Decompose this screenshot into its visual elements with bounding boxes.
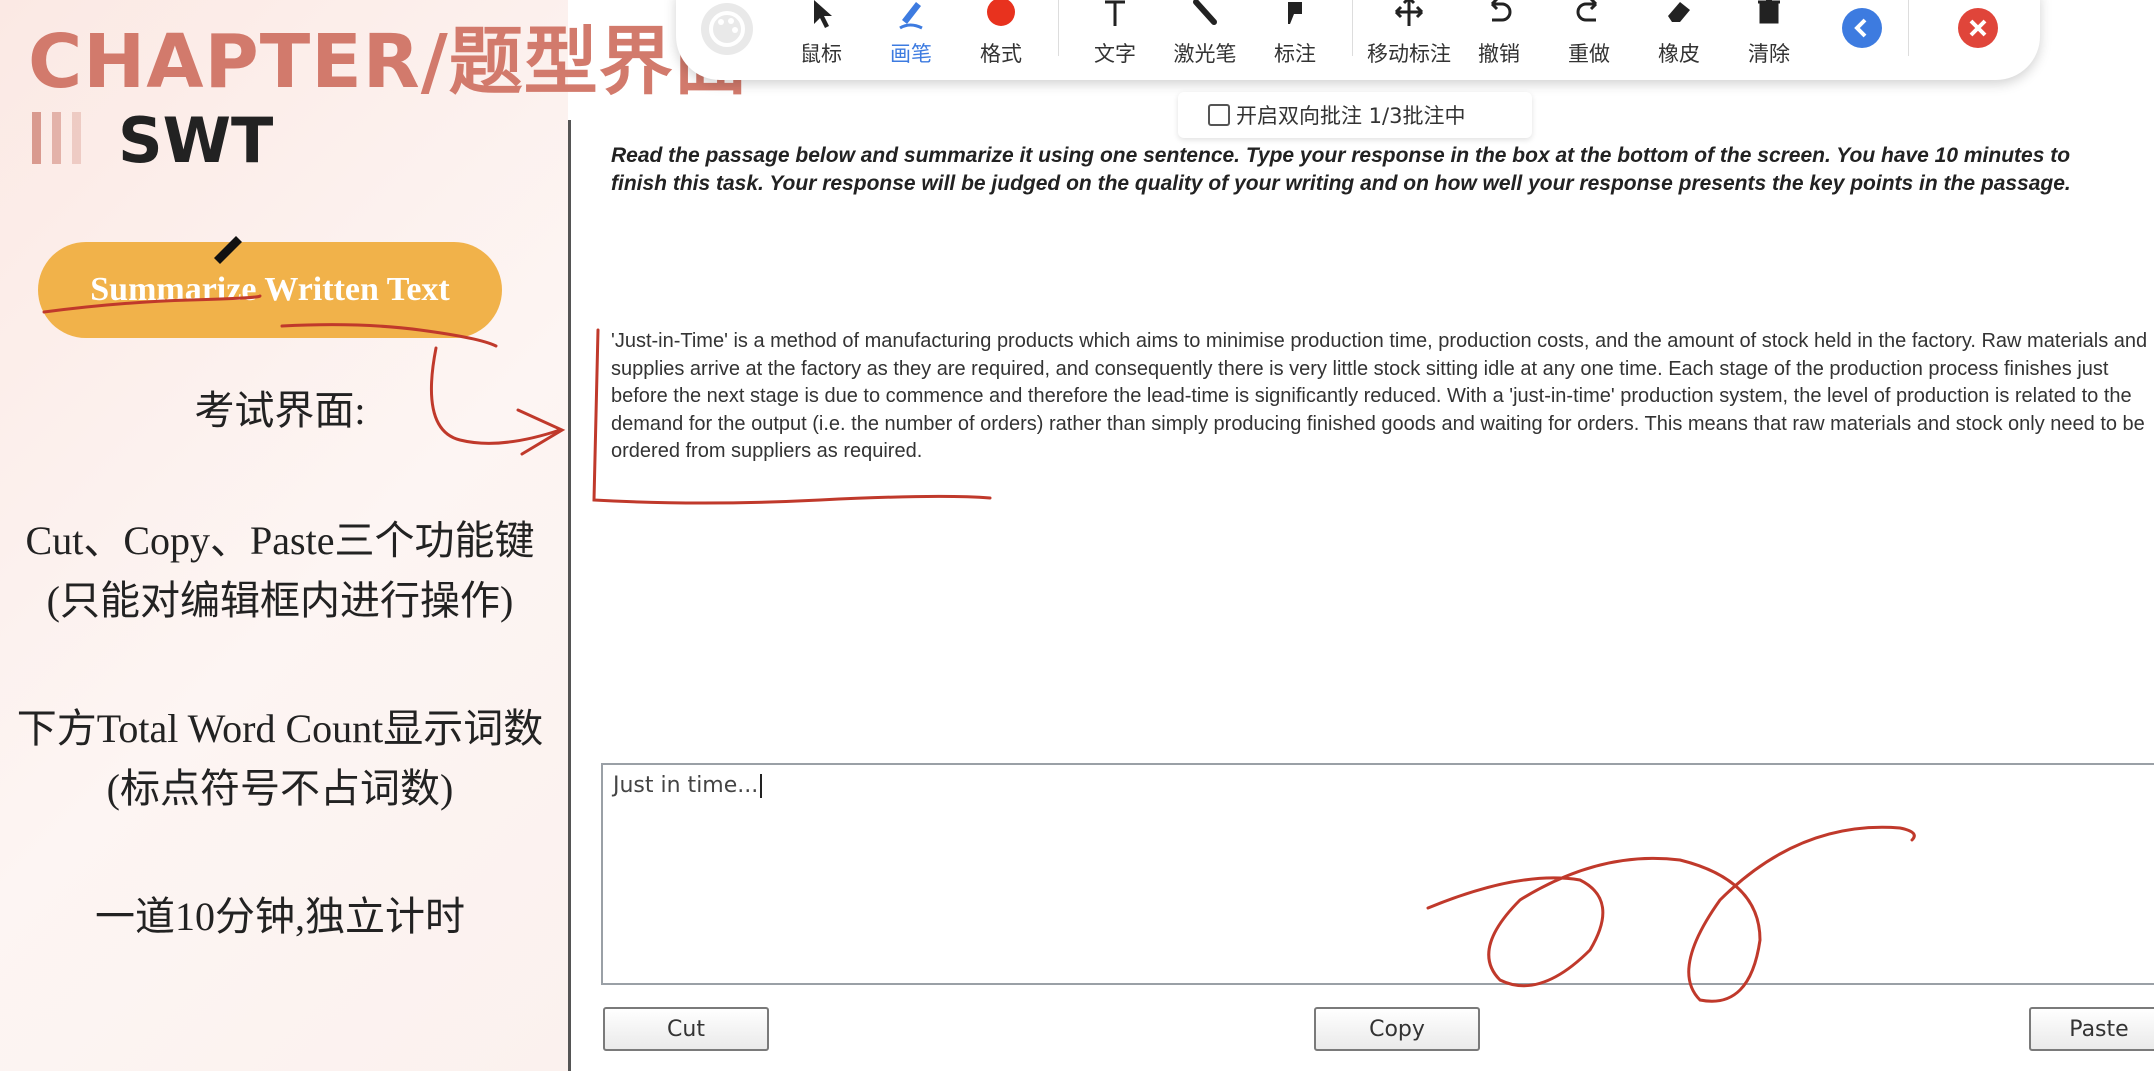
pen-icon — [899, 2, 923, 30]
toolbar-separator — [1058, 0, 1059, 56]
tool-clear[interactable]: 清除 — [1724, 0, 1814, 72]
annotation-subbar: 开启双向批注 1/3批注中 — [1178, 92, 1532, 138]
tool-label: 标注 — [1274, 42, 1316, 66]
wordcount-note-line2: (标点符号不占词数) — [106, 766, 454, 811]
tool-label: 橡皮 — [1658, 42, 1700, 66]
tool-text[interactable]: 文字 — [1070, 0, 1160, 72]
collapse-toolbar-button[interactable] — [1842, 8, 1882, 48]
text-caret — [760, 774, 763, 798]
redo-icon — [1576, 0, 1598, 22]
tool-label: 格式 — [980, 42, 1022, 66]
cut-button[interactable]: Cut — [603, 1007, 769, 1051]
tool-move-annotation[interactable]: 移动标注 — [1364, 0, 1454, 72]
tool-label: 撤销 — [1478, 42, 1520, 66]
timing-note: 一道10分钟,独立计时 — [95, 894, 465, 939]
functions-note-line1: Cut、Copy、Paste三个功能键 — [25, 518, 535, 563]
tool-cursor[interactable]: 鼠标 — [776, 0, 866, 72]
tool-laser[interactable]: 激光笔 — [1160, 0, 1250, 72]
tool-undo[interactable]: 撤销 — [1454, 0, 1544, 72]
tool-label: 激光笔 — [1173, 42, 1237, 66]
copy-button[interactable]: Copy — [1314, 1007, 1480, 1051]
palette-icon[interactable] — [698, 0, 756, 58]
trash-icon — [1758, 0, 1780, 24]
lecture-slide: CHAPTER/题型界面 SWT Summarize Written Text … — [0, 0, 748, 1071]
reading-passage: 'Just-in-Time' is a method of manufactur… — [611, 330, 2148, 462]
close-icon — [1969, 19, 1987, 37]
tool-label: 画笔 — [890, 42, 932, 66]
cursor-icon — [814, 0, 832, 28]
close-toolbar-button[interactable] — [1958, 8, 1998, 48]
tool-label: 清除 — [1748, 42, 1790, 66]
tool-redo[interactable]: 重做 — [1544, 0, 1634, 72]
eraser-icon — [1668, 2, 1690, 22]
response-text-wrap: Just in time... — [613, 773, 763, 798]
exam-panel: Read the passage below and summarize it … — [571, 120, 2154, 1071]
two-way-annotation-checkbox[interactable] — [1208, 104, 1230, 126]
move-icon — [1394, 0, 1424, 26]
tool-marker[interactable]: 标注 — [1250, 0, 1340, 72]
toolbar-separator — [1908, 0, 1909, 56]
toolbar-separator — [1352, 0, 1353, 56]
marker-icon — [1288, 2, 1302, 24]
task-instructions: Read the passage below and summarize it … — [611, 144, 2071, 195]
paste-button[interactable]: Paste — [2029, 1007, 2154, 1051]
tool-label: 文字 — [1094, 42, 1136, 66]
task-type-pill: Summarize Written Text — [38, 242, 502, 338]
tool-label: 移动标注 — [1367, 42, 1451, 66]
chevron-left-icon — [1854, 18, 1867, 38]
undo-icon — [1490, 0, 1512, 22]
functions-note-line2: (只能对编辑框内进行操作) — [46, 578, 514, 623]
tool-format[interactable]: 格式 — [956, 0, 1046, 72]
laser-pointer-icon — [1193, 0, 1217, 25]
response-value: Just in time... — [613, 773, 759, 798]
two-way-annotation-label: 开启双向批注 1/3批注中 — [1236, 104, 1466, 128]
section-bars-decoration — [32, 112, 92, 164]
tool-label: 鼠标 — [800, 42, 842, 66]
chapter-title: CHAPTER/题型界面 — [28, 19, 749, 105]
tool-label: 重做 — [1568, 42, 1610, 66]
wordcount-note-line1: 下方Total Word Count显示词数 — [16, 706, 544, 751]
annotation-toolbar: 鼠标 画笔 格式 文字 激光笔 标注 移动标注 撤销 重做 橡皮 清除 — [676, 0, 2040, 80]
color-dot-icon — [987, 0, 1015, 26]
tool-pen[interactable]: 画笔 — [866, 0, 956, 72]
tool-eraser[interactable]: 橡皮 — [1634, 0, 1724, 72]
section-label: SWT — [118, 104, 274, 177]
exam-ui-label: 考试界面: — [194, 388, 366, 433]
response-textarea[interactable]: Just in time... — [601, 763, 2154, 985]
text-icon — [1105, 0, 1125, 26]
